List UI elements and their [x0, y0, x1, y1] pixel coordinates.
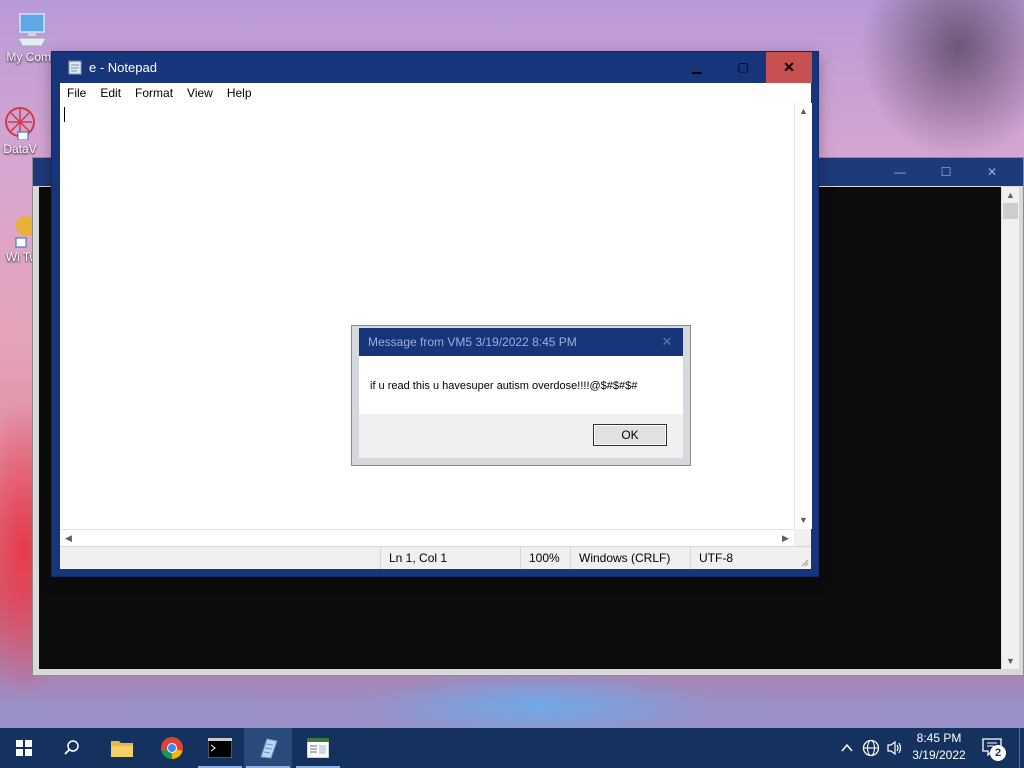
scroll-up-icon[interactable]: ▲ [1002, 187, 1019, 203]
clock-time: 8:45 PM [916, 731, 962, 745]
show-desktop-button[interactable] [1019, 728, 1024, 768]
vertical-scrollbar[interactable]: ▲ ▼ [794, 103, 812, 529]
notification-count-badge: 2 [990, 745, 1006, 761]
wallpaper-accent [360, 670, 720, 730]
maximize-button[interactable]: ▢ [720, 52, 766, 83]
dialog-button-area: OK [359, 414, 683, 458]
minimize-button[interactable]: ▁ [674, 52, 720, 83]
resize-grip-icon[interactable] [799, 557, 809, 567]
ok-button[interactable]: OK [593, 424, 667, 446]
scroll-down-icon[interactable]: ▼ [795, 512, 812, 529]
status-zoom: 100% [520, 547, 569, 569]
search-icon [64, 740, 79, 755]
notification-center-button[interactable]: 2 [982, 738, 1006, 761]
folder-icon [111, 741, 133, 757]
dialog-titlebar[interactable]: Message from VM5 3/19/2022 8:45 PM ✕ [359, 328, 683, 356]
scroll-up-icon[interactable]: ▲ [795, 103, 812, 120]
notepad-window[interactable]: e - Notepad ▁ ▢ ✕ File Edit Format View Help… [52, 52, 818, 576]
chevron-up-icon[interactable] [840, 741, 854, 755]
dialog-close-button[interactable]: ✕ [651, 328, 683, 356]
dialog-message: if u read this u havesuper autism overdo… [370, 380, 638, 392]
scroll-left-icon[interactable]: ◀ [60, 530, 77, 547]
scroll-right-icon[interactable]: ▶ [777, 530, 794, 547]
status-cursor-position: Ln 1, Col 1 [380, 547, 520, 569]
dialog-message-area: if u read this u havesuper autism overdo… [359, 356, 683, 414]
desktop-icon-label: My Comp [6, 50, 58, 64]
console-minimize-button[interactable]: — [877, 158, 923, 186]
taskbar-notepad[interactable] [244, 728, 292, 768]
menu-view[interactable]: View [180, 83, 220, 103]
desktop-icon-datav[interactable]: DataV [0, 104, 40, 156]
close-button[interactable]: ✕ [766, 52, 812, 83]
notepad-titlebar[interactable]: e - Notepad ▁ ▢ ✕ [52, 52, 818, 83]
dialog-title: Message from VM5 3/19/2022 8:45 PM [368, 335, 577, 349]
console-scroll-thumb[interactable] [1003, 203, 1018, 219]
chrome-icon [161, 737, 183, 759]
taskbar-app-window[interactable] [294, 728, 342, 768]
console-close-button[interactable]: ✕ [969, 158, 1015, 186]
status-bar: Ln 1, Col 1 100% Windows (CRLF) UTF-8 [60, 546, 811, 569]
clock[interactable]: 8:45 PM 3/19/2022 [906, 731, 972, 762]
scrollbar-corner [794, 529, 811, 546]
terminal-icon [208, 738, 232, 758]
wallpaper-accent [860, 0, 1024, 160]
desktop-icon-label: DataV [3, 142, 37, 156]
menu-bar: File Edit Format View Help [60, 83, 811, 103]
taskbar-file-explorer[interactable] [98, 728, 146, 768]
window-app-icon [307, 738, 329, 758]
notepad-icon [68, 60, 82, 75]
computer-icon [17, 13, 47, 47]
scroll-down-icon[interactable]: ▼ [1002, 653, 1019, 669]
network-globe-icon[interactable] [862, 739, 880, 757]
horizontal-scrollbar[interactable]: ◀ ▶ [60, 529, 794, 547]
taskbar-command-prompt[interactable] [196, 728, 244, 768]
menu-edit[interactable]: Edit [93, 83, 128, 103]
message-dialog[interactable]: Message from VM5 3/19/2022 8:45 PM ✕ if … [351, 325, 691, 466]
volume-icon[interactable] [886, 739, 904, 757]
console-maximize-button[interactable]: ☐ [923, 158, 969, 186]
start-button[interactable] [0, 728, 48, 768]
window-title: e - Notepad [89, 60, 157, 75]
taskbar: 8:45 PM 3/19/2022 2 [0, 728, 1024, 768]
windows-logo-icon [16, 740, 32, 756]
notepad-icon [260, 738, 278, 759]
taskbar-chrome[interactable] [148, 728, 196, 768]
menu-help[interactable]: Help [220, 83, 259, 103]
text-caret [64, 107, 65, 122]
search-button[interactable] [48, 728, 96, 768]
console-vertical-scrollbar[interactable]: ▲ ▼ [1001, 187, 1019, 669]
status-line-ending: Windows (CRLF) [570, 547, 691, 569]
clock-date: 3/19/2022 [912, 748, 966, 762]
status-encoding: UTF-8 [690, 547, 779, 569]
menu-file[interactable]: File [60, 83, 93, 103]
menu-format[interactable]: Format [128, 83, 180, 103]
datav-app-icon [5, 107, 35, 140]
